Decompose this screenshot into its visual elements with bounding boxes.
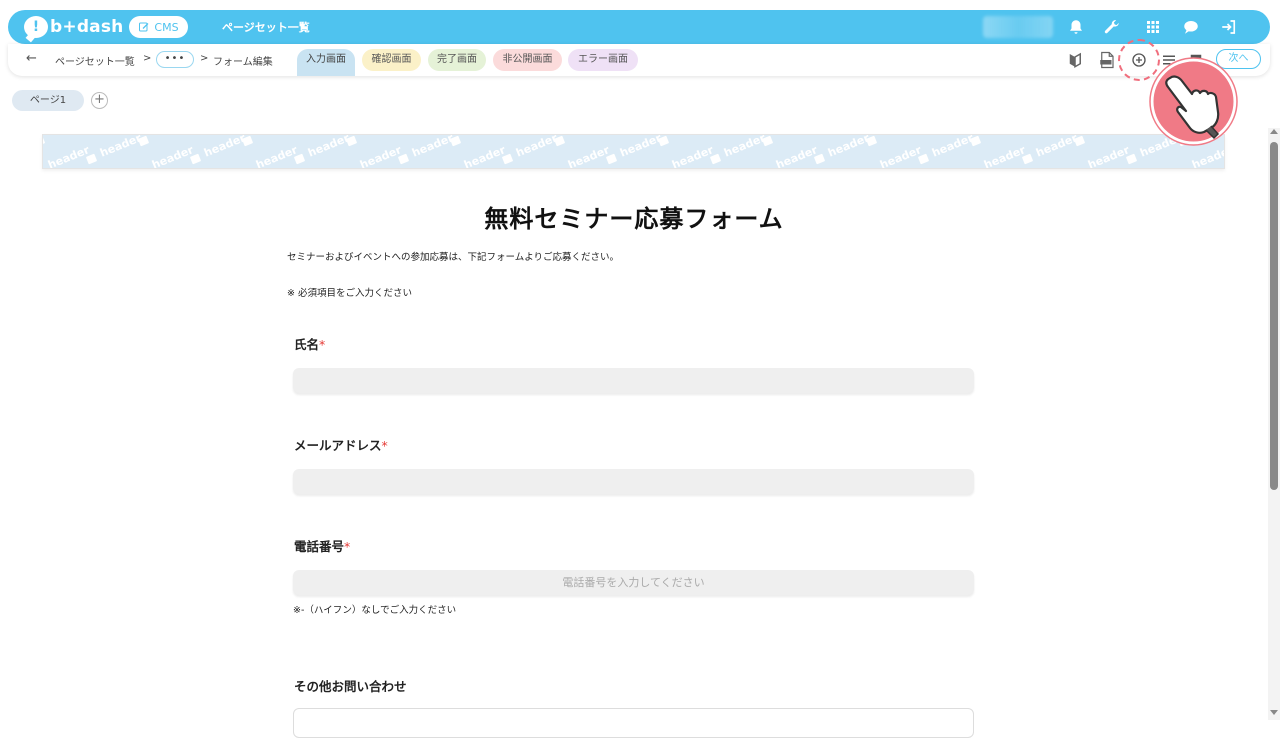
add-page-button[interactable]: + xyxy=(91,92,108,109)
image-placeholder-icon xyxy=(1021,153,1034,165)
header-watermark-text: header xyxy=(514,134,560,160)
phone-field[interactable] xyxy=(293,570,974,595)
header-watermark-text: header xyxy=(306,134,352,160)
image-placeholder-icon xyxy=(1073,135,1086,147)
other-inquiry-label: その他お問い合わせ xyxy=(294,676,407,695)
other-inquiry-textarea[interactable] xyxy=(293,708,974,738)
image-placeholder-icon xyxy=(189,153,202,165)
email-label-text: メールアドレス xyxy=(294,438,382,453)
user-name-blurred xyxy=(983,16,1053,38)
form-title: 無料セミナー応募フォーム xyxy=(484,205,784,233)
header-watermark-text: header xyxy=(462,143,508,169)
header-watermark-text: header xyxy=(202,134,248,160)
header-watermark-text: header xyxy=(566,143,612,169)
header-watermark-text: header xyxy=(982,143,1028,169)
image-placeholder-icon xyxy=(501,153,514,165)
cms-button[interactable]: CMS xyxy=(129,16,188,38)
chat-icon[interactable] xyxy=(1181,17,1201,37)
header-watermark-text: header xyxy=(98,134,144,160)
grid-icon[interactable] xyxy=(1143,17,1163,37)
image-placeholder-icon xyxy=(293,153,306,165)
scroll-down-arrow-icon[interactable] xyxy=(1270,710,1278,715)
breadcrumb-pageset-list[interactable]: ページセット一覧 xyxy=(55,53,135,68)
edit-icon xyxy=(139,22,149,32)
image-placeholder-icon xyxy=(553,135,566,147)
name-field[interactable] xyxy=(293,368,974,393)
required-mark: * xyxy=(319,337,326,352)
name-label: 氏名* xyxy=(294,334,325,353)
phone-help-text: ※-（ハイフン）なしでご入力ください xyxy=(293,605,457,616)
app-header: ! b+dash CMS ページセット一覧 xyxy=(8,10,1270,44)
image-placeholder-icon xyxy=(345,135,358,147)
header-watermark-text: header xyxy=(1190,143,1225,169)
email-label: メールアドレス* xyxy=(294,435,388,454)
tab-input-screen[interactable]: 入力画面 xyxy=(297,49,355,76)
header-watermark-text: header xyxy=(150,143,196,169)
image-placeholder-icon xyxy=(43,135,46,147)
image-placeholder-icon xyxy=(865,135,878,147)
image-placeholder-icon xyxy=(761,135,774,147)
header-watermark-text: header xyxy=(670,143,716,169)
tab-confirm-screen[interactable]: 確認画面 xyxy=(362,49,421,71)
header-watermark-text: header xyxy=(930,134,976,160)
header-watermark-text: header xyxy=(1086,143,1132,169)
page-tab-1[interactable]: ページ1 xyxy=(12,90,84,111)
phone-label-text: 電話番号 xyxy=(294,539,345,554)
image-placeholder-icon xyxy=(813,153,826,165)
wrench-icon[interactable] xyxy=(1102,17,1122,37)
breadcrumb-separator: > xyxy=(143,53,152,64)
form-description: セミナーおよびイベントへの参加応募は、下記フォームよりご応募ください。 xyxy=(287,252,620,263)
tab-private-screen[interactable]: 非公開画面 xyxy=(493,49,562,71)
required-mark: * xyxy=(344,539,351,554)
image-placeholder-icon xyxy=(917,153,930,165)
header-watermark-text: header xyxy=(46,143,92,169)
header-watermark-text: header xyxy=(878,143,924,169)
header-watermark-text: header xyxy=(774,143,820,169)
email-field[interactable] xyxy=(293,469,974,494)
image-placeholder-icon xyxy=(241,135,254,147)
image-placeholder-icon xyxy=(85,153,98,165)
scrollbar-thumb[interactable] xyxy=(1270,142,1278,490)
header-watermark-text: header xyxy=(618,134,664,160)
logout-icon[interactable] xyxy=(1219,17,1239,37)
back-arrow-icon[interactable]: ← xyxy=(26,51,37,66)
image-placeholder-icon xyxy=(137,135,150,147)
page-title: ページセット一覧 xyxy=(222,21,310,34)
header-watermark-text: header xyxy=(254,143,300,169)
image-placeholder-icon xyxy=(1125,153,1138,165)
header-block-placeholder[interactable]: header header header header header header head… xyxy=(42,134,1225,169)
image-placeholder-icon xyxy=(657,135,670,147)
image-placeholder-icon xyxy=(605,153,618,165)
bdash-logo[interactable]: ! b+dash xyxy=(24,15,123,39)
beginner-icon[interactable] xyxy=(1065,50,1085,70)
image-placeholder-icon xyxy=(449,135,462,147)
html-file-icon[interactable] xyxy=(1097,50,1117,70)
breadcrumb-more-button[interactable]: ••• xyxy=(156,51,194,68)
tab-complete-screen[interactable]: 完了画面 xyxy=(428,49,486,71)
hand-pointer-icon xyxy=(1149,57,1238,146)
header-watermark-text: header xyxy=(1034,134,1080,160)
logo-text: b+dash xyxy=(50,17,124,37)
header-watermark-text: header xyxy=(358,143,404,169)
header-watermark-text: header xyxy=(410,134,456,160)
logo-mark-icon: ! xyxy=(24,16,48,38)
phone-label: 電話番号* xyxy=(294,536,350,555)
cms-label: CMS xyxy=(154,20,179,34)
header-watermark-text: header xyxy=(722,134,768,160)
tab-error-screen[interactable]: エラー画面 xyxy=(568,49,638,71)
scroll-up-arrow-icon[interactable] xyxy=(1270,129,1278,134)
required-note: ※ 必須項目をご入力ください xyxy=(287,288,412,299)
breadcrumb-separator: > xyxy=(200,53,209,64)
bell-icon[interactable] xyxy=(1066,17,1086,37)
image-placeholder-icon xyxy=(397,153,410,165)
name-label-text: 氏名 xyxy=(294,337,320,352)
breadcrumb-form-edit: フォーム編集 xyxy=(213,57,273,68)
image-placeholder-icon xyxy=(709,153,722,165)
header-watermark-text: header xyxy=(826,134,872,160)
other-inquiry-label-text: その他お問い合わせ xyxy=(294,679,407,694)
required-mark: * xyxy=(381,438,388,453)
image-placeholder-icon xyxy=(969,135,982,147)
editor-toolbar: ← ページセット一覧 > ••• > フォーム編集 入力画面 確認画面 完了画面… xyxy=(8,44,1270,76)
